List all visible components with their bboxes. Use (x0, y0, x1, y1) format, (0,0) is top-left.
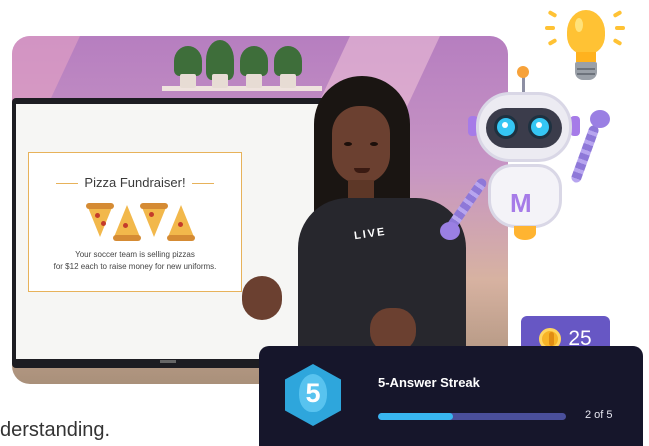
robot-eye (494, 115, 518, 139)
pizza-slices (86, 203, 197, 241)
pepperoni (123, 223, 128, 228)
pizza-slice-icon (141, 205, 167, 237)
pepperoni (101, 221, 106, 226)
pizza-slice-icon (168, 205, 194, 237)
streak-number: 5 (305, 378, 321, 408)
pizza-crust (167, 235, 195, 241)
bulb-ray (547, 38, 558, 46)
monitor-logo (160, 360, 176, 363)
robot-antenna-ball (517, 66, 529, 78)
bulb-glass (567, 10, 605, 54)
streak-title: 5-Answer Streak (378, 375, 480, 390)
pizza-crust (140, 203, 168, 209)
plant (240, 46, 268, 76)
slide-body: Your soccer team is selling pizzas for $… (39, 249, 231, 273)
robot-mascot: M (440, 64, 620, 254)
presenter-hand (242, 276, 282, 320)
pizza-crust (86, 203, 114, 209)
slide-body-line: for $12 each to raise money for new unif… (53, 262, 217, 271)
slide-title: Pizza Fundraiser! (29, 175, 241, 190)
slide-body-line: Your soccer team is selling pizzas (75, 250, 195, 259)
presenter-eye (370, 142, 378, 146)
pepperoni (149, 212, 154, 217)
presenter-eye (344, 142, 352, 146)
plant-pot (212, 74, 228, 88)
streak-progress-text: 2 of 5 (585, 409, 613, 421)
streak-progress-bar (378, 413, 566, 420)
answer-streak-card: 5 5-Answer Streak 2 of 5 (259, 346, 643, 446)
streak-progress-fill (378, 413, 454, 420)
bulb-ray (612, 38, 623, 46)
plant (274, 46, 302, 76)
lesson-video[interactable]: Pizza Fundraiser! Your soccer team is se… (12, 36, 508, 384)
robot-claw (440, 222, 460, 240)
bulb-ray (545, 26, 555, 30)
robot-m-logo: M (510, 188, 532, 218)
bulb-neck (576, 52, 596, 62)
plant (174, 46, 202, 76)
slide-card: Pizza Fundraiser! Your soccer team is se… (28, 152, 242, 292)
streak-hex-badge: 5 (285, 364, 341, 426)
plant-pot (180, 74, 196, 88)
pizza-slice-icon (114, 205, 140, 237)
robot-claw (590, 110, 610, 128)
bulb-ray (612, 10, 623, 18)
bulb-ray (615, 26, 625, 30)
pepperoni (95, 213, 100, 218)
pizza-slice-icon (87, 205, 113, 237)
pizza-crust (113, 235, 141, 241)
presenter-mouth (354, 168, 370, 173)
bulb-ray (547, 10, 558, 18)
caption-text: derstanding. (0, 419, 111, 441)
pepperoni (178, 222, 183, 227)
robot-thruster-flame (514, 226, 536, 240)
robot-eye (528, 115, 552, 139)
bulb-shine (575, 18, 583, 32)
